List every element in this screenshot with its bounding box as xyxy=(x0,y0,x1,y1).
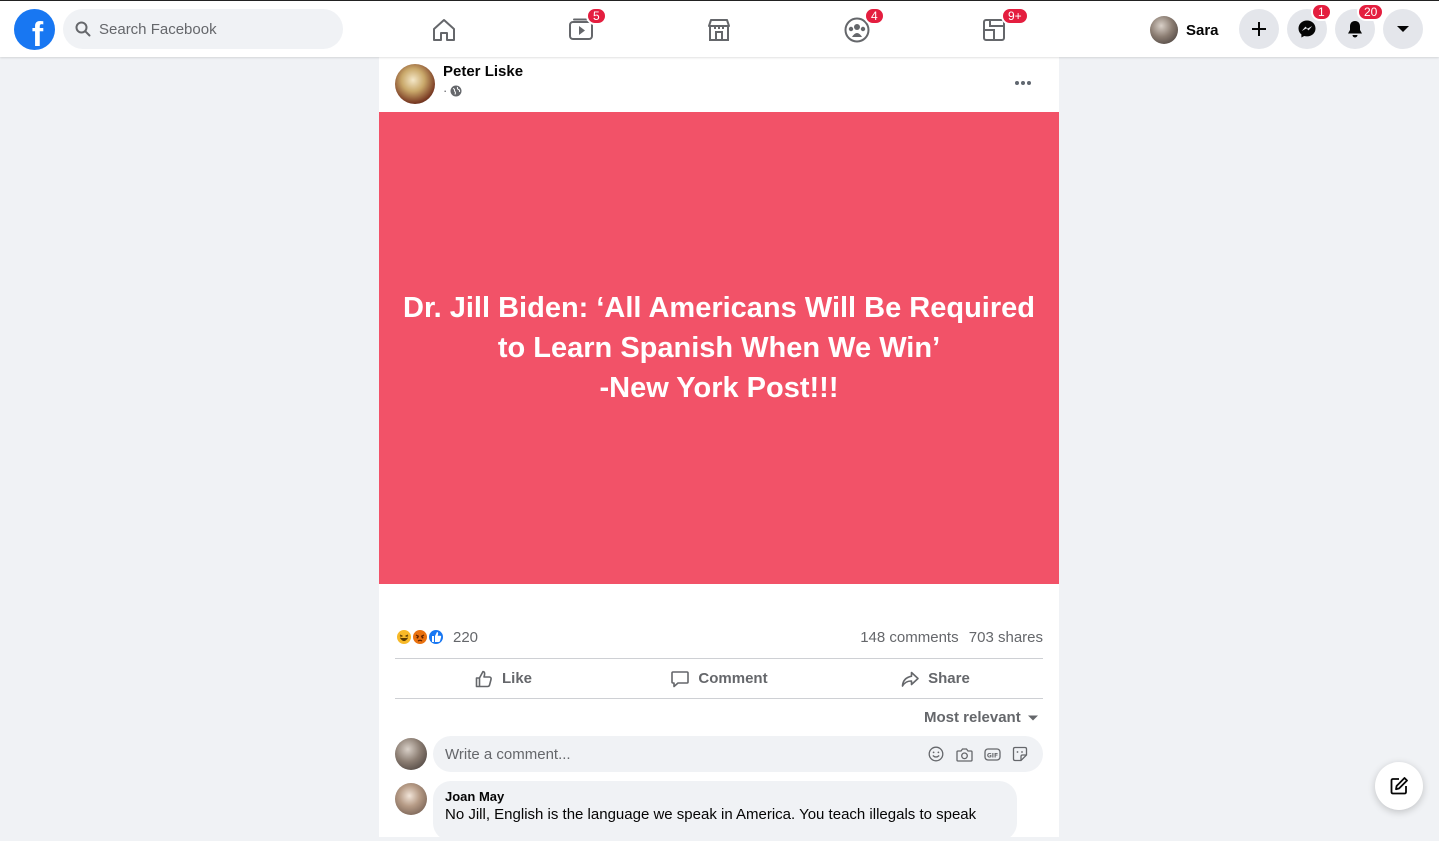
like-reaction-icon xyxy=(427,628,445,646)
author-avatar[interactable] xyxy=(395,64,435,104)
facebook-logo[interactable]: f xyxy=(14,9,55,50)
post-text-line: to Learn Spanish When We Win’ xyxy=(497,332,941,364)
comment-bubble: Joan May No Jill, English is the languag… xyxy=(433,781,1017,841)
bell-icon xyxy=(1348,21,1362,38)
post-meta: · xyxy=(443,83,462,98)
meta-separator: · xyxy=(443,83,448,98)
new-message-button[interactable] xyxy=(1375,762,1423,810)
reactions-summary[interactable]: 220 xyxy=(395,628,478,646)
nav-home[interactable] xyxy=(389,9,499,51)
create-button[interactable] xyxy=(1239,9,1279,49)
account-menu-button[interactable] xyxy=(1383,9,1423,49)
comment-label: Comment xyxy=(698,670,768,687)
comment-sort-dropdown[interactable]: Most relevant xyxy=(924,709,1039,726)
profile-name: Sara xyxy=(1186,21,1219,39)
thumbs-up-icon xyxy=(475,670,492,687)
like-button[interactable]: Like xyxy=(395,659,611,698)
notifications-button[interactable]: 20 xyxy=(1335,3,1385,49)
sort-label: Most relevant xyxy=(924,709,1021,726)
gif-icon[interactable]: GIF xyxy=(983,745,1001,763)
nav-groups[interactable]: 4 xyxy=(802,7,912,51)
post-actions: Like Comment Share xyxy=(395,658,1043,699)
comments-count[interactable]: 148 comments xyxy=(860,629,958,646)
groups-badge: 4 xyxy=(864,7,885,25)
comment-input[interactable] xyxy=(445,745,915,763)
avatar xyxy=(1150,16,1178,44)
search-icon xyxy=(75,21,91,37)
gaming-badge: 9+ xyxy=(1001,7,1029,25)
post-author[interactable]: Peter Liske xyxy=(443,63,523,80)
profile-chip[interactable]: Sara xyxy=(1150,13,1227,47)
messenger-badge: 1 xyxy=(1311,3,1332,21)
emoji-icon[interactable] xyxy=(927,745,945,763)
marketplace-icon xyxy=(708,19,730,41)
comment-input-icons: GIF xyxy=(927,745,1029,763)
reaction-count[interactable]: 220 xyxy=(453,629,478,646)
comment-button[interactable]: Comment xyxy=(611,659,827,698)
share-button[interactable]: Share xyxy=(827,659,1043,698)
messenger-icon xyxy=(1298,20,1316,38)
shares-count[interactable]: 703 shares xyxy=(969,629,1043,646)
post-text: Dr. Jill Biden: ‘All Americans Will Be R… xyxy=(399,288,1039,408)
search-bar[interactable] xyxy=(63,9,343,49)
facebook-logo-letter: f xyxy=(31,16,44,50)
svg-text:GIF: GIF xyxy=(986,752,997,759)
nav-gaming[interactable]: 9+ xyxy=(939,7,1049,51)
share-icon xyxy=(901,671,919,687)
search-input[interactable] xyxy=(99,20,319,38)
nav-watch[interactable]: 5 xyxy=(526,7,636,51)
messenger-button[interactable]: 1 xyxy=(1287,3,1332,49)
write-comment-row: GIF xyxy=(395,736,1043,772)
caret-down-icon xyxy=(1027,715,1038,720)
notifications-badge: 20 xyxy=(1357,3,1385,21)
post-header xyxy=(395,61,435,107)
watch-badge: 5 xyxy=(586,7,607,25)
top-navigation-bar: f 5 4 9+ Sara 1 20 xyxy=(0,0,1439,57)
comment-icon xyxy=(671,670,690,687)
post-card: Peter Liske · Dr. Jill Biden: ‘All Ameri… xyxy=(379,57,1059,841)
globe-icon[interactable] xyxy=(450,85,462,97)
engagement-counts: 148 comments 703 shares xyxy=(854,629,1043,646)
commenter-avatar[interactable] xyxy=(395,783,427,815)
home-icon xyxy=(433,19,455,41)
nav-marketplace[interactable] xyxy=(664,9,774,51)
post-options-button[interactable] xyxy=(1005,65,1041,101)
like-label: Like xyxy=(501,670,532,687)
share-label: Share xyxy=(928,670,970,687)
post-stats: 220 148 comments 703 shares xyxy=(395,625,1043,649)
post-background-text[interactable]: Dr. Jill Biden: ‘All Americans Will Be R… xyxy=(379,112,1059,584)
post-text-line: -New York Post!!! xyxy=(599,372,839,404)
post-text-line: Dr. Jill Biden: ‘All Americans Will Be R… xyxy=(403,292,1035,324)
compose-icon xyxy=(1390,777,1408,795)
comment-text: No Jill, English is the language we spea… xyxy=(445,806,977,823)
more-icon xyxy=(1015,81,1031,85)
commenter-name[interactable]: Joan May xyxy=(445,789,1005,804)
avatar[interactable] xyxy=(395,738,427,770)
camera-icon[interactable] xyxy=(955,745,973,763)
sticker-icon[interactable] xyxy=(1011,745,1029,763)
caret-down-icon xyxy=(1397,26,1409,32)
plus-icon xyxy=(1252,22,1266,36)
comment-input-box[interactable]: GIF xyxy=(433,736,1043,772)
